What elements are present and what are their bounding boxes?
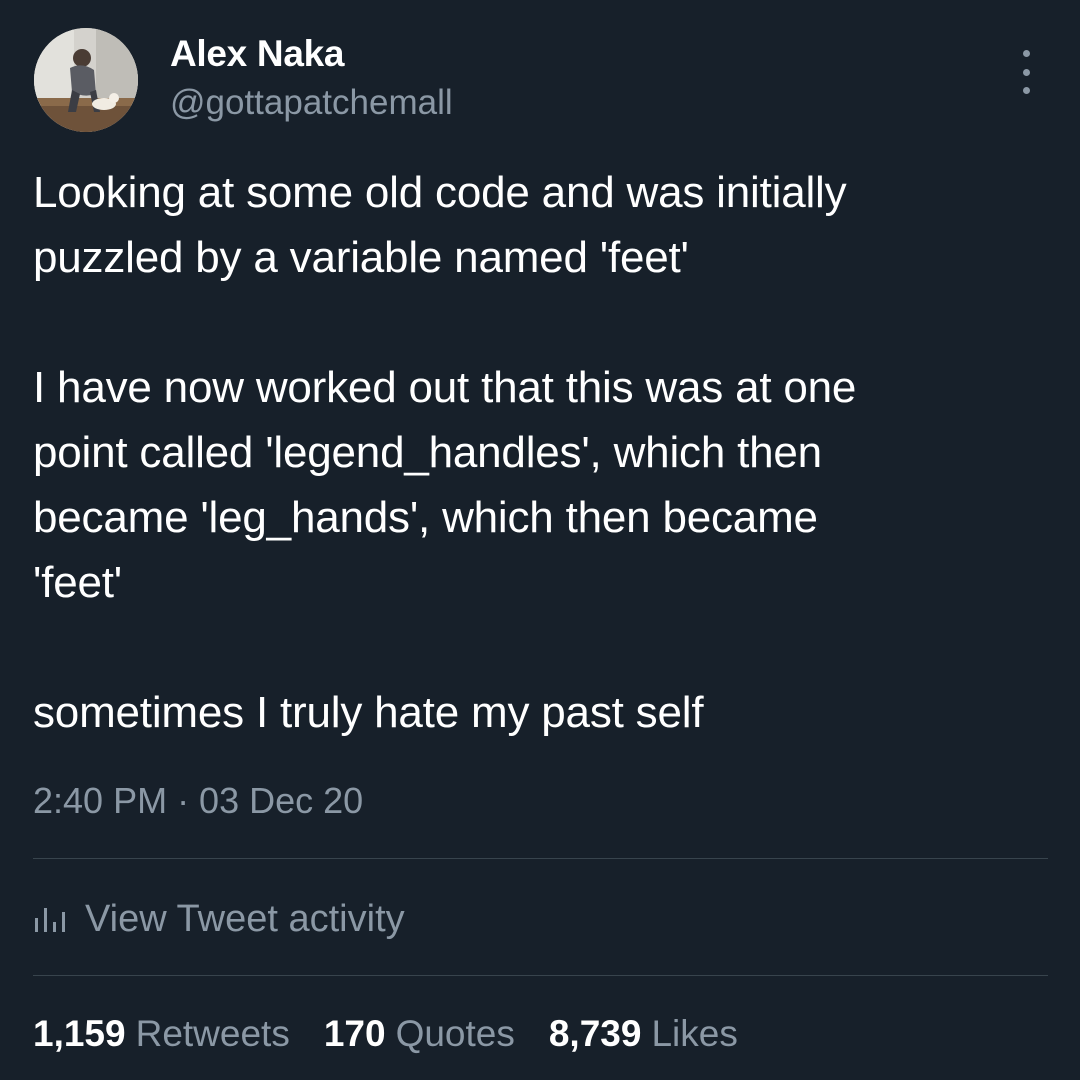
- retweets-count: 1,159: [33, 1013, 126, 1054]
- view-tweet-activity-label: View Tweet activity: [85, 897, 405, 940]
- tweet-paragraph: sometimes I truly hate my past self: [33, 688, 704, 737]
- tweet-timestamp[interactable]: 2:40 PM · 03 Dec 20: [33, 780, 363, 822]
- quotes-count: 170: [323, 1013, 386, 1054]
- view-tweet-activity-link[interactable]: View Tweet activity: [33, 894, 405, 944]
- more-options-dot: [1022, 68, 1030, 76]
- quotes-stat[interactable]: 170 Quotes: [324, 1013, 515, 1055]
- quotes-label: Quotes: [395, 1013, 515, 1054]
- tweet-paragraph: Looking at some old code and was initial…: [33, 168, 847, 282]
- more-options-icon: [1022, 50, 1030, 57]
- user-handle[interactable]: @gottapatchemall: [170, 83, 453, 123]
- avatar-photo: [34, 28, 138, 132]
- more-options-dot: [1022, 87, 1030, 94]
- divider: [33, 975, 1048, 976]
- display-name[interactable]: Alex Naka: [170, 33, 345, 75]
- likes-stat[interactable]: 8,739 Likes: [549, 1013, 738, 1055]
- tweet-text: Looking at some old code and was initial…: [33, 160, 1043, 745]
- more-options-button[interactable]: [1006, 50, 1046, 94]
- likes-label: Likes: [651, 1013, 738, 1054]
- tweet-stats: 1,159 Retweets 170 Quotes 8,739 Likes: [33, 1013, 772, 1055]
- tweet-paragraph: I have now worked out that this was at o…: [33, 363, 857, 607]
- bar-chart-icon: [35, 908, 65, 932]
- retweets-stat[interactable]: 1,159 Retweets: [33, 1013, 290, 1055]
- likes-count: 8,739: [548, 1013, 642, 1054]
- avatar[interactable]: [34, 28, 138, 132]
- divider: [33, 858, 1048, 859]
- retweets-label: Retweets: [135, 1013, 290, 1054]
